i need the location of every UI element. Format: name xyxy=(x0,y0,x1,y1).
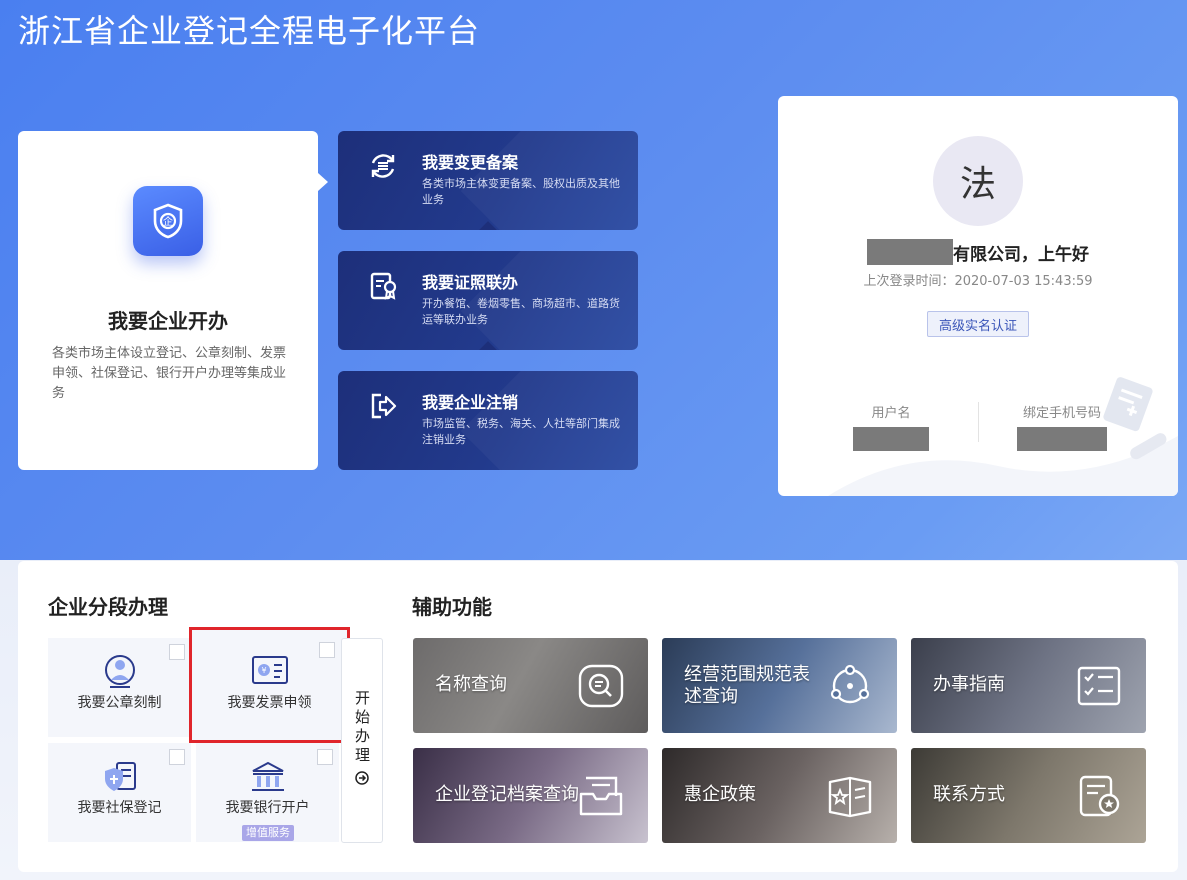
tile-contact[interactable]: 联系方式 xyxy=(911,748,1146,843)
tile-archive-query[interactable]: 企业登记档案查询 xyxy=(413,748,648,843)
svg-text:¥: ¥ xyxy=(261,666,266,675)
stage-label: 我要发票申领 xyxy=(227,695,312,711)
stage-checkbox[interactable] xyxy=(317,749,333,765)
contact-icon xyxy=(1076,774,1122,818)
stage-label: 我要银行开户 xyxy=(225,800,310,816)
greeting-row: 有限公司，上午好 xyxy=(778,239,1178,265)
redacted-company-name xyxy=(867,239,953,265)
arrow-circle-icon xyxy=(355,768,369,792)
stage-social-security[interactable]: 我要社保登记 xyxy=(48,743,191,842)
start-business-title: 我要企业开办 xyxy=(108,309,228,333)
logout-icon xyxy=(366,389,400,423)
tile-label: 联系方式 xyxy=(933,784,1005,805)
tile-scope-query[interactable]: 经营范围规范表述查询 xyxy=(662,638,897,733)
action-change-record[interactable]: 我要变更备案 各类市场主体变更备案、股权出质及其他业务 xyxy=(338,131,638,230)
policy-icon xyxy=(827,774,873,818)
archive-icon xyxy=(578,774,624,818)
name-search-icon xyxy=(578,664,624,708)
svg-text:企: 企 xyxy=(163,215,173,228)
action-title: 我要企业注销 xyxy=(422,393,519,412)
stage-checkbox[interactable] xyxy=(169,749,185,765)
guide-icon xyxy=(1076,664,1122,708)
action-desc: 各类市场主体变更备案、股权出质及其他业务 xyxy=(422,177,620,206)
tile-policy[interactable]: 惠企政策 xyxy=(662,748,897,843)
redacted-username xyxy=(853,427,929,451)
start-processing-button[interactable]: 开始办理 xyxy=(341,638,383,843)
change-record-icon xyxy=(366,149,400,183)
action-deregister[interactable]: 我要企业注销 市场监管、税务、海关、人社等部门集成注销业务 xyxy=(338,371,638,470)
username-info: 用户名 xyxy=(853,402,929,455)
scope-query-icon xyxy=(827,664,873,708)
tile-label: 办事指南 xyxy=(933,674,1005,695)
tile-label: 企业登记档案查询 xyxy=(435,784,579,805)
start-processing-label: 开始办理 xyxy=(353,689,371,766)
aux-title: 辅助功能 xyxy=(412,595,492,619)
seal-icon xyxy=(100,654,140,690)
stage-label: 我要社保登记 xyxy=(77,800,162,816)
username-label: 用户名 xyxy=(871,406,911,421)
tile-label: 经营范围规范表述查询 xyxy=(684,664,810,707)
stage-checkbox[interactable] xyxy=(319,642,335,658)
tile-label: 名称查询 xyxy=(435,674,507,695)
last-login-time: 上次登录时间：2020-07-03 15:43:59 xyxy=(863,274,1093,289)
stage-invoice[interactable]: ¥ 我要发票申领 xyxy=(189,627,350,743)
avatar: 法 xyxy=(933,136,1023,226)
real-name-verify-badge[interactable]: 高级实名认证 xyxy=(927,311,1029,337)
social-security-icon xyxy=(100,759,140,795)
start-business-desc: 各类市场主体设立登记、公章刻制、发票申领、社保登记、银行开户办理等集成业务 xyxy=(52,346,287,401)
tile-label: 惠企政策 xyxy=(684,784,756,805)
bank-icon xyxy=(248,759,288,795)
action-license-joint[interactable]: 我要证照联办 开办餐馆、卷烟零售、商场超市、道路货运等联办业务 xyxy=(338,251,638,350)
tile-name-search[interactable]: 名称查询 xyxy=(413,638,648,733)
card-arrow xyxy=(478,341,498,350)
phone-label: 绑定手机号码 xyxy=(1022,406,1101,421)
stages-title: 企业分段办理 xyxy=(48,595,168,619)
action-desc: 市场监管、税务、海关、人社等部门集成注销业务 xyxy=(422,417,620,446)
stage-seal[interactable]: 我要公章刻制 xyxy=(48,638,191,737)
stage-checkbox[interactable] xyxy=(169,644,185,660)
page-title: 浙江省企业登记全程电子化平台 xyxy=(18,12,481,50)
stage-bank-account[interactable]: 我要银行开户 增值服务 xyxy=(196,743,339,842)
license-icon xyxy=(366,269,400,303)
phone-info: 绑定手机号码 xyxy=(1017,402,1107,455)
action-desc: 开办餐馆、卷烟零售、商场超市、道路货运等联办业务 xyxy=(422,297,620,326)
start-business-card[interactable]: 企 我要企业开办 各类市场主体设立登记、公章刻制、发票申领、社保登记、银行开户办… xyxy=(18,131,328,470)
user-profile-card: 法 有限公司，上午好 上次登录时间：2020-07-03 15:43:59 高级… xyxy=(778,96,1178,496)
stage-label: 我要公章刻制 xyxy=(77,695,162,711)
action-title: 我要变更备案 xyxy=(422,153,519,172)
divider xyxy=(978,402,979,442)
invoice-icon: ¥ xyxy=(250,652,290,688)
value-added-tag: 增值服务 xyxy=(242,825,294,841)
redacted-phone xyxy=(1017,427,1107,451)
tile-guide[interactable]: 办事指南 xyxy=(911,638,1146,733)
enterprise-shield-icon: 企 xyxy=(133,186,203,256)
action-title: 我要证照联办 xyxy=(422,273,519,292)
greeting-text: 有限公司，上午好 xyxy=(953,244,1089,265)
card-arrow xyxy=(478,221,498,230)
bottom-panel: 企业分段办理 我要公章刻制 ¥ 我要发票申领 我要社保登记 我要银行开户 增值服… xyxy=(18,561,1178,872)
